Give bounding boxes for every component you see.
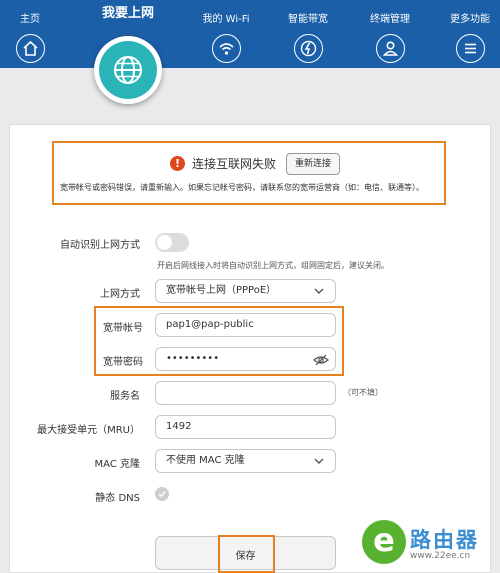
mac-select-value: 不使用 MAC 克隆 — [166, 455, 245, 466]
globe-icon — [99, 41, 157, 99]
password-input[interactable]: ••••••••• — [155, 347, 336, 371]
chevron-down-icon — [314, 288, 324, 294]
password-label: 宽带密码 — [103, 357, 143, 368]
wifi-icon[interactable] — [211, 34, 241, 63]
mru-input[interactable]: 1492 — [155, 415, 336, 439]
error-icon: ! — [170, 156, 185, 171]
menu-icon[interactable] — [455, 34, 485, 63]
chevron-down-icon — [314, 458, 324, 464]
watermark-logo: e 路由器 www.22ee.cn — [358, 520, 498, 570]
eye-off-icon[interactable] — [313, 352, 329, 368]
user-icon[interactable] — [375, 34, 405, 63]
logo-url: www.22ee.cn — [410, 551, 471, 561]
service-label: 服务名 — [110, 391, 140, 402]
nav-label-more: 更多功能 — [450, 14, 490, 25]
save-highlight — [218, 535, 275, 573]
nav-label-internet: 我要上网 — [101, 6, 154, 21]
password-value: ••••••••• — [166, 353, 220, 364]
alert-header: ! 连接互联网失败 重新连接 — [54, 153, 444, 175]
nav-label-bandwidth: 智能带宽 — [288, 14, 328, 25]
auto-detect-label: 自动识别上网方式 — [60, 240, 140, 251]
nav-label-devices: 终端管理 — [370, 14, 410, 25]
reconnect-button[interactable]: 重新连接 — [286, 153, 340, 175]
mru-label: 最大接受单元（MRU） — [37, 425, 140, 436]
nav-item-home[interactable]: 主页 — [0, 0, 60, 63]
mru-value: 1492 — [166, 421, 192, 432]
nav-item-internet[interactable]: 我要上网 — [91, 0, 165, 21]
service-optional-note: （可不填） — [343, 388, 383, 397]
service-input[interactable] — [155, 381, 336, 405]
mode-select[interactable]: 宽带帐号上网（PPPoE） — [155, 279, 336, 303]
account-label: 宽带帐号 — [103, 323, 143, 334]
alert-title: 连接互联网失败 — [192, 157, 277, 171]
nav-item-wifi[interactable]: 我的 Wi-Fi — [196, 0, 256, 63]
account-input[interactable]: pap1@pap-public — [155, 313, 336, 337]
mode-select-value: 宽带帐号上网（PPPoE） — [166, 285, 277, 296]
nav-label-home: 主页 — [20, 14, 40, 25]
logo-mark: e — [362, 520, 406, 564]
account-value: pap1@pap-public — [166, 319, 254, 330]
mac-select[interactable]: 不使用 MAC 克隆 — [155, 449, 336, 473]
auto-detect-toggle[interactable] — [155, 233, 189, 252]
auto-detect-hint: 开启后网线接入时将自动识别上网方式，组网固定后，建议关闭。 — [157, 261, 389, 270]
mac-label: MAC 克隆 — [94, 459, 140, 470]
bandwidth-icon[interactable] — [293, 34, 323, 63]
nav-label-wifi: 我的 Wi-Fi — [202, 14, 250, 25]
logo-name: 路由器 — [410, 528, 479, 552]
home-icon[interactable] — [15, 34, 45, 63]
mode-label: 上网方式 — [100, 289, 140, 300]
check-icon — [158, 491, 166, 498]
error-alert: ! 连接互联网失败 重新连接 宽带帐号或密码错误，请重新输入。如果忘记帐号密码，… — [52, 141, 446, 205]
dns-label: 静态 DNS — [95, 493, 140, 504]
nav-item-more[interactable]: 更多功能 — [440, 0, 500, 63]
nav-item-bandwidth[interactable]: 智能带宽 — [278, 0, 338, 63]
nav-item-devices[interactable]: 终端管理 — [360, 0, 420, 63]
alert-description: 宽带帐号或密码错误，请重新输入。如果忘记帐号密码，请联系您的宽带运营商（如：电信… — [60, 183, 424, 192]
dns-checkbox[interactable] — [155, 487, 169, 501]
toggle-knob — [157, 235, 172, 250]
internet-active-button[interactable] — [94, 36, 162, 104]
